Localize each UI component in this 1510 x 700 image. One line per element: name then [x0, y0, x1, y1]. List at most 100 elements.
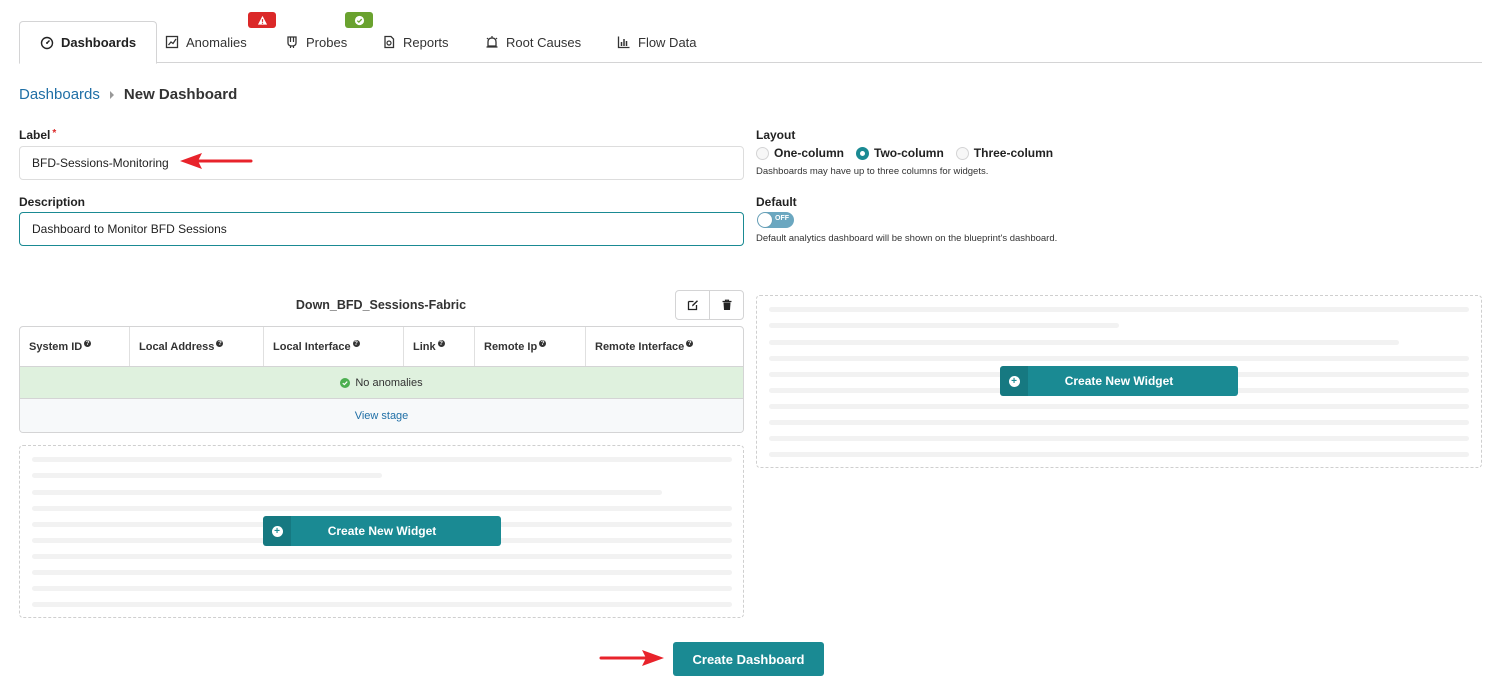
tab-flow-data[interactable]: Flow Data: [597, 21, 717, 63]
column-header: Remote Ip?: [475, 327, 586, 366]
description-field-label: Description: [19, 195, 86, 209]
radio-circle: [955, 146, 969, 160]
widget-title: Down_BFD_Sessions-Fabric: [295, 298, 467, 312]
alarm-icon: [486, 36, 498, 48]
help-icon[interactable]: ?: [437, 340, 445, 347]
layout-three-column-radio[interactable]: Three-column: [955, 146, 1054, 160]
description-input[interactable]: [19, 212, 744, 246]
column-title: Remote Interface: [595, 340, 685, 353]
tab-label: Reports: [403, 34, 449, 50]
layout-hint: Dashboards may have up to three columns …: [756, 166, 989, 177]
help-icon[interactable]: ?: [216, 340, 224, 347]
anomalies-warning-badge: [248, 12, 276, 28]
column-title: Remote Ip: [484, 340, 538, 353]
placeholder-line: [32, 506, 732, 511]
radio-label: Three-column: [973, 146, 1054, 160]
label-title: Label: [19, 128, 51, 142]
label-field-label: Label *: [19, 128, 56, 142]
annotation-arrow-right-icon: [599, 650, 664, 666]
check-circle-icon: [340, 377, 351, 388]
tab-label: Root Causes: [506, 34, 582, 50]
status-row: No anomalies: [20, 367, 743, 399]
status-text: No anomalies: [355, 376, 423, 389]
tab-bar: Dashboards Anomalies Probes Reports Root…: [19, 21, 1482, 64]
bar-chart-icon: [617, 36, 630, 49]
breadcrumb: Dashboards New Dashboard: [19, 86, 237, 103]
column-title: System ID: [29, 340, 83, 353]
plus-circle-icon: +: [1000, 366, 1028, 396]
placeholder-line: [769, 323, 1119, 328]
delete-widget-button[interactable]: [709, 291, 743, 319]
column-title: Local Interface: [273, 340, 351, 353]
required-mark: *: [52, 128, 57, 139]
column-title: Local Address: [139, 340, 215, 353]
placeholder-line: [32, 473, 382, 478]
placeholder-line: [769, 452, 1469, 457]
label-input[interactable]: [19, 146, 744, 180]
column-header: Remote Interface?: [586, 327, 743, 366]
page-title: New Dashboard: [123, 86, 238, 103]
annotation-arrow-left-icon: [180, 153, 253, 169]
toggle-knob: [758, 213, 772, 227]
default-toggle[interactable]: OFF: [757, 212, 794, 228]
layout-one-column-radio[interactable]: One-column: [756, 146, 844, 160]
column-header: Local Address?: [130, 327, 264, 366]
default-hint: Default analytics dashboard will be show…: [756, 233, 1058, 244]
radio-circle-selected: [856, 146, 870, 160]
chevron-right-icon: [109, 90, 114, 99]
report-icon: [384, 35, 395, 49]
view-stage-link[interactable]: View stage: [20, 399, 743, 432]
tab-dashboards[interactable]: Dashboards: [19, 21, 158, 64]
help-icon[interactable]: ?: [686, 340, 694, 347]
trash-icon: [722, 299, 731, 310]
placeholder-line: [769, 420, 1469, 425]
help-icon[interactable]: ?: [539, 340, 547, 347]
radio-circle: [756, 146, 769, 160]
chart-icon: [165, 35, 179, 49]
button-label: Create New Widget: [327, 524, 437, 538]
edit-widget-button[interactable]: [676, 291, 709, 319]
placeholder-line: [769, 436, 1469, 441]
edit-icon: [687, 300, 698, 311]
create-new-widget-button-left[interactable]: + Create New Widget: [263, 516, 501, 546]
radio-label: Two-column: [874, 146, 944, 160]
layout-two-column-radio[interactable]: Two-column: [856, 146, 944, 160]
column-header: Link?: [404, 327, 475, 366]
placeholder-line: [769, 404, 1469, 409]
placeholder-line: [769, 356, 1469, 361]
probes-ok-badge: [345, 12, 373, 28]
placeholder-line: [32, 602, 732, 607]
plus-circle-icon: +: [263, 516, 291, 546]
tab-label: Flow Data: [638, 34, 697, 50]
tab-label: Dashboards: [61, 35, 137, 50]
placeholder-line: [769, 340, 1399, 345]
widget-actions: [675, 290, 744, 320]
placeholder-line: [32, 490, 662, 495]
column-header: Local Interface?: [264, 327, 404, 366]
button-label: Create New Widget: [1064, 374, 1174, 388]
placeholder-line: [32, 457, 732, 462]
placeholder-line: [769, 307, 1469, 312]
default-label: Default: [756, 195, 797, 209]
placeholder-line: [32, 570, 732, 575]
breadcrumb-dashboards-link[interactable]: Dashboards: [19, 86, 100, 103]
column-header: System ID?: [20, 327, 130, 366]
help-icon[interactable]: ?: [84, 340, 92, 347]
probe-icon: [287, 36, 297, 48]
tab-label: Probes: [306, 34, 348, 50]
tab-reports[interactable]: Reports: [362, 21, 469, 63]
toggle-state-text: OFF: [775, 215, 789, 222]
table-header: System ID? Local Address? Local Interfac…: [20, 327, 743, 367]
column-title: Link: [413, 340, 436, 353]
placeholder-line: [32, 554, 732, 559]
tab-root-causes[interactable]: Root Causes: [465, 21, 601, 63]
gauge-icon: [40, 36, 54, 49]
create-new-widget-button-right[interactable]: + Create New Widget: [1000, 366, 1238, 396]
radio-label: One-column: [774, 146, 845, 160]
create-dashboard-button[interactable]: Create Dashboard: [673, 642, 824, 676]
layout-label: Layout: [756, 128, 796, 142]
warning-icon: [257, 15, 267, 25]
widget-table: System ID? Local Address? Local Interfac…: [19, 326, 744, 433]
help-icon[interactable]: ?: [352, 340, 360, 347]
placeholder-line: [32, 586, 732, 591]
